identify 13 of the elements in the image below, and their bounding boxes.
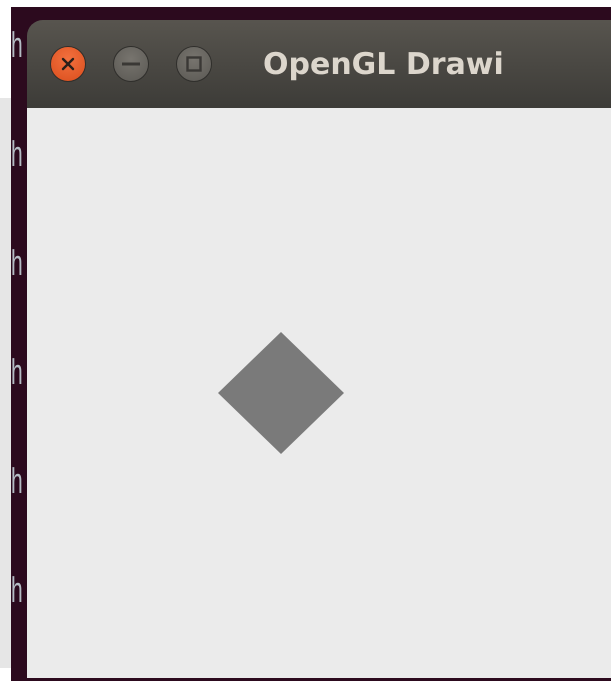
terminal-text: h bbox=[11, 570, 23, 613]
maximize-button[interactable] bbox=[176, 46, 212, 82]
terminal-text: h bbox=[11, 462, 23, 504]
maximize-icon bbox=[186, 56, 202, 72]
minimize-icon bbox=[122, 62, 140, 66]
terminal-text: h bbox=[11, 134, 23, 177]
close-button[interactable] bbox=[50, 46, 86, 82]
window-title: OpenGL Drawi bbox=[263, 46, 504, 82]
terminal-text: h bbox=[11, 244, 23, 286]
minimize-button[interactable] bbox=[113, 46, 149, 82]
terminal-text: h bbox=[11, 26, 23, 68]
close-icon bbox=[60, 56, 76, 72]
terminal-text: h bbox=[11, 352, 23, 395]
